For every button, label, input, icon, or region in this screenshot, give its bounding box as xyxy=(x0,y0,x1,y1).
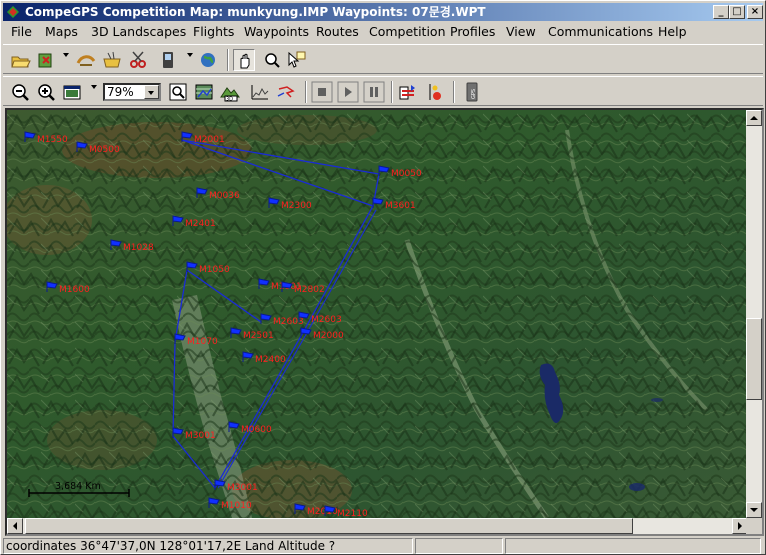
horizontal-scrollbar[interactable] xyxy=(7,518,748,534)
palette-icon[interactable] xyxy=(423,81,445,103)
waypoint-label: M2802 xyxy=(294,285,325,295)
scale-label: 3,684 Km xyxy=(55,481,101,492)
chevron-down-icon[interactable] xyxy=(187,53,193,57)
view-toolbar: 79% 3D GPS xyxy=(3,76,763,106)
waypoint-label: M1600 xyxy=(59,285,90,295)
waypoint-label: M0600 xyxy=(241,425,272,435)
chevron-down-icon[interactable] xyxy=(91,85,97,89)
waypoint-label: M2501 xyxy=(243,331,274,341)
waypoint-label: M2603 xyxy=(311,315,342,325)
zoom-level-select[interactable]: 79% xyxy=(103,83,161,101)
waypoint-label: M1070 xyxy=(187,337,218,347)
menu-help[interactable]: Help xyxy=(658,24,687,39)
open-folder-icon[interactable] xyxy=(9,49,31,71)
window-title: CompeGPS Competition Map: munkyung.IMP W… xyxy=(25,5,486,19)
scroll-left-button[interactable] xyxy=(7,518,23,534)
chevron-down-icon[interactable] xyxy=(63,53,69,57)
waypoint-label: M0500 xyxy=(89,145,120,155)
menu-competition[interactable]: Competition xyxy=(369,24,446,39)
toolbar-separator xyxy=(227,49,229,71)
zoom-level-value: 79% xyxy=(107,85,134,99)
scissors-icon[interactable] xyxy=(127,49,149,71)
status-bar: coordinates 36°47'37,0N 128°01'17,2E Lan… xyxy=(3,538,763,554)
toolbar-separator xyxy=(453,81,455,103)
waypoint-label: M1550 xyxy=(37,135,68,145)
fit-map-icon[interactable] xyxy=(61,81,83,103)
menu-maps[interactable]: Maps xyxy=(45,24,78,39)
waypoint-label: M0036 xyxy=(209,191,240,201)
pause-icon[interactable] xyxy=(363,81,385,103)
coordinates-readout: coordinates 36°47'37,0N 128°01'17,2E Lan… xyxy=(3,538,413,554)
map-layers-icon[interactable] xyxy=(193,81,215,103)
waypoint-label: M2401 xyxy=(185,219,216,229)
menu-routes[interactable]: Routes xyxy=(316,24,359,39)
app-icon xyxy=(7,6,19,18)
open-map-icon[interactable] xyxy=(35,49,57,71)
main-toolbar xyxy=(3,44,763,74)
status-pane-empty xyxy=(505,538,761,554)
globe-icon[interactable] xyxy=(197,49,219,71)
waypoint-label: M2400 xyxy=(255,355,286,365)
magnify-icon[interactable] xyxy=(167,81,189,103)
zoom-out-icon[interactable] xyxy=(9,81,31,103)
lake xyxy=(651,398,663,402)
waypoint-label: M2000 xyxy=(313,331,344,341)
zoom-area-icon[interactable] xyxy=(261,49,283,71)
analyze-icon[interactable] xyxy=(397,81,419,103)
menu-profiles[interactable]: Profiles xyxy=(450,24,495,39)
waypoint-label: M3001 xyxy=(227,483,258,493)
select-arrow-icon[interactable] xyxy=(285,49,307,71)
track-icon[interactable] xyxy=(275,81,297,103)
svg-text:GPS: GPS xyxy=(471,89,477,99)
3d-view-icon[interactable]: 3D xyxy=(219,81,241,103)
open-flight-icon[interactable] xyxy=(75,49,97,71)
waypoint-label: M1050 xyxy=(199,265,230,275)
waypoint-label: M1028 xyxy=(123,243,154,253)
menu-view[interactable]: View xyxy=(506,24,536,39)
menu-bar: File Maps 3D Landscapes Flights Waypoint… xyxy=(3,22,763,42)
waypoint-label: M2110 xyxy=(337,509,368,518)
waypoint-label: M3001 xyxy=(185,431,216,441)
toolbar-separator xyxy=(305,81,307,103)
satellite-map[interactable]: M1550 M0500 M2001 M0050 M3601 M0036 M2300 M2401… xyxy=(7,110,748,518)
profile-graph-icon[interactable] xyxy=(249,81,271,103)
waypoint-label: M3601 xyxy=(385,201,416,211)
zoom-in-icon[interactable] xyxy=(35,81,57,103)
app-window: CompeGPS Competition Map: munkyung.IMP W… xyxy=(0,0,766,555)
maximize-button[interactable]: □ xyxy=(729,5,745,19)
vertical-scroll-thumb[interactable] xyxy=(746,318,762,400)
scroll-down-button[interactable] xyxy=(746,502,762,518)
horizontal-scroll-thumb[interactable] xyxy=(25,518,633,534)
menu-waypoints[interactable]: Waypoints xyxy=(244,24,309,39)
map-view[interactable]: M1550 M0500 M2001 M0050 M3601 M0036 M2300 M2401… xyxy=(5,108,764,536)
gps-device-icon[interactable] xyxy=(157,49,179,71)
menu-file[interactable]: File xyxy=(11,24,32,39)
lake xyxy=(629,483,645,491)
scrollbar-corner xyxy=(746,518,762,534)
open-waypoints-icon[interactable] xyxy=(101,49,123,71)
scroll-up-button[interactable] xyxy=(746,110,762,126)
waypoint-label: M0050 xyxy=(391,169,422,179)
vertical-scrollbar[interactable] xyxy=(746,110,762,518)
terrain-texture xyxy=(7,110,748,518)
play-icon[interactable] xyxy=(337,81,359,103)
menu-communications[interactable]: Communications xyxy=(548,24,653,39)
status-pane-empty xyxy=(415,538,503,554)
stop-icon[interactable] xyxy=(311,81,333,103)
menu-flights[interactable]: Flights xyxy=(193,24,234,39)
close-button[interactable]: × xyxy=(747,5,763,19)
gps-icon[interactable]: GPS xyxy=(461,81,483,103)
title-bar[interactable]: CompeGPS Competition Map: munkyung.IMP W… xyxy=(3,3,763,21)
toolbar-separator xyxy=(391,81,393,103)
waypoint-label: M1010 xyxy=(221,501,252,511)
minimize-button[interactable]: _ xyxy=(713,5,729,19)
svg-text:3D: 3D xyxy=(226,97,233,103)
hand-pan-icon[interactable] xyxy=(233,49,255,71)
chevron-down-icon[interactable] xyxy=(144,85,159,99)
menu-3d-landscapes[interactable]: 3D Landscapes xyxy=(91,24,186,39)
waypoint-label: M2300 xyxy=(281,201,312,211)
waypoint-label: M2001 xyxy=(194,135,225,145)
